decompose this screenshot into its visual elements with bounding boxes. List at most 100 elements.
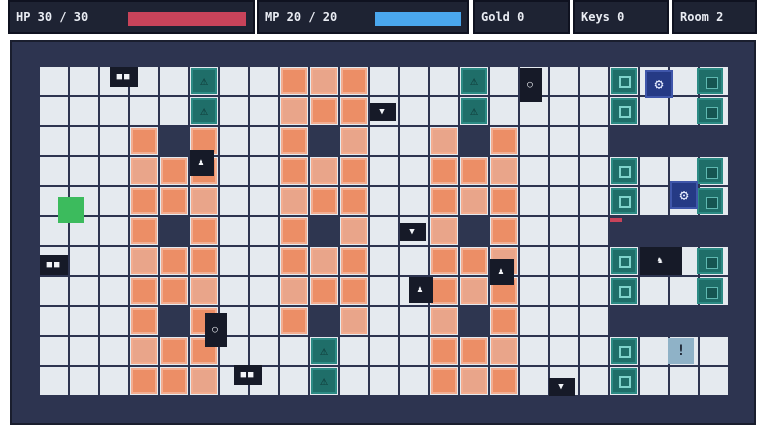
pawn-enemy[interactable]: ♟ [409,277,433,303]
floor-tile[interactable] [400,247,428,275]
floor-tile[interactable] [220,97,248,125]
floor-tile[interactable] [40,67,68,95]
floor-tile[interactable] [340,367,368,395]
floor-tile[interactable] [400,307,428,335]
slime-enemy[interactable]: ■■ [40,255,68,275]
floor-tile[interactable] [370,367,398,395]
door-tile[interactable] [611,338,637,364]
floor-tile[interactable] [670,277,698,305]
switch-block[interactable] [697,68,723,94]
floor-tile[interactable] [160,97,188,125]
floor-tile[interactable] [370,187,398,215]
floor-tile[interactable] [220,247,248,275]
knight-enemy[interactable]: ♞ [640,247,682,275]
gear-icon[interactable]: ⚙ [645,70,673,98]
floor-tile[interactable] [580,67,608,95]
floor-tile[interactable] [580,157,608,185]
floor-tile[interactable] [550,337,578,365]
floor-tile[interactable] [250,217,278,245]
floor-tile[interactable] [370,247,398,275]
floor-tile[interactable] [580,247,608,275]
tile-grid[interactable]: ⚠ ⚠ ⚠ ⚠ ⚠ ⚠ ⚙ ⚙! ■■ ■■ ■■ ▼ ▼ ▼ ♟ ♟ ♟ ◯ ◯ ♞ [0,0,765,430]
floor-tile[interactable] [400,337,428,365]
bat-enemy[interactable]: ▼ [400,223,426,241]
floor-tile[interactable] [220,277,248,305]
door-tile[interactable] [611,368,637,394]
door-tile[interactable] [611,248,637,274]
floor-tile[interactable] [100,97,128,125]
floor-tile[interactable] [370,277,398,305]
totem-enemy[interactable]: ◯ [205,313,227,347]
floor-tile[interactable] [640,277,668,305]
floor-tile[interactable] [520,277,548,305]
floor-tile[interactable] [550,157,578,185]
floor-tile[interactable] [40,97,68,125]
door-tile[interactable] [611,158,637,184]
floor-tile[interactable] [40,277,68,305]
floor-tile[interactable] [100,277,128,305]
floor-tile[interactable] [640,187,668,215]
floor-tile[interactable] [370,67,398,95]
floor-tile[interactable] [100,307,128,335]
floor-tile[interactable] [550,307,578,335]
floor-tile[interactable] [550,127,578,155]
switch-block[interactable] [697,278,723,304]
pawn-enemy[interactable]: ♟ [490,259,514,285]
floor-tile[interactable] [100,247,128,275]
floor-tile[interactable] [400,67,428,95]
floor-tile[interactable] [280,367,308,395]
gear-icon[interactable]: ⚙ [670,181,698,209]
floor-tile[interactable] [70,97,98,125]
switch-block[interactable] [697,158,723,184]
floor-tile[interactable] [580,307,608,335]
floor-tile[interactable] [100,187,128,215]
door-tile[interactable] [611,188,637,214]
floor-tile[interactable] [580,187,608,215]
floor-tile[interactable] [70,277,98,305]
floor-tile[interactable] [280,337,308,365]
floor-tile[interactable] [70,67,98,95]
floor-tile[interactable] [520,367,548,395]
floor-tile[interactable] [250,277,278,305]
floor-tile[interactable] [340,337,368,365]
floor-tile[interactable] [640,367,668,395]
floor-tile[interactable] [520,187,548,215]
floor-tile[interactable] [40,127,68,155]
floor-tile[interactable] [580,367,608,395]
floor-tile[interactable] [700,367,728,395]
floor-tile[interactable] [160,67,188,95]
floor-tile[interactable] [220,67,248,95]
floor-tile[interactable] [70,127,98,155]
floor-tile[interactable] [580,277,608,305]
floor-tile[interactable] [640,157,668,185]
floor-tile[interactable] [400,127,428,155]
floor-tile[interactable] [550,187,578,215]
floor-tile[interactable] [400,367,428,395]
floor-tile[interactable] [520,157,548,185]
floor-tile[interactable] [670,67,698,95]
floor-tile[interactable] [550,67,578,95]
floor-tile[interactable] [70,367,98,395]
floor-tile[interactable] [100,127,128,155]
floor-tile[interactable] [370,337,398,365]
floor-tile[interactable] [520,127,548,155]
floor-tile[interactable] [100,337,128,365]
floor-tile[interactable] [250,187,278,215]
floor-tile[interactable] [520,307,548,335]
floor-tile[interactable] [250,337,278,365]
slime-enemy[interactable]: ■■ [110,67,138,87]
floor-tile[interactable] [580,127,608,155]
floor-tile[interactable] [520,337,548,365]
floor-tile[interactable] [550,97,578,125]
floor-tile[interactable] [700,337,728,365]
floor-tile[interactable] [100,367,128,395]
floor-tile[interactable] [580,97,608,125]
exclamation-icon[interactable]: ! [668,338,694,364]
floor-tile[interactable] [40,307,68,335]
floor-tile[interactable] [640,97,668,125]
switch-block[interactable] [697,98,723,124]
floor-tile[interactable] [490,67,518,95]
switch-block[interactable] [697,188,723,214]
door-tile[interactable] [611,68,637,94]
floor-tile[interactable] [580,337,608,365]
